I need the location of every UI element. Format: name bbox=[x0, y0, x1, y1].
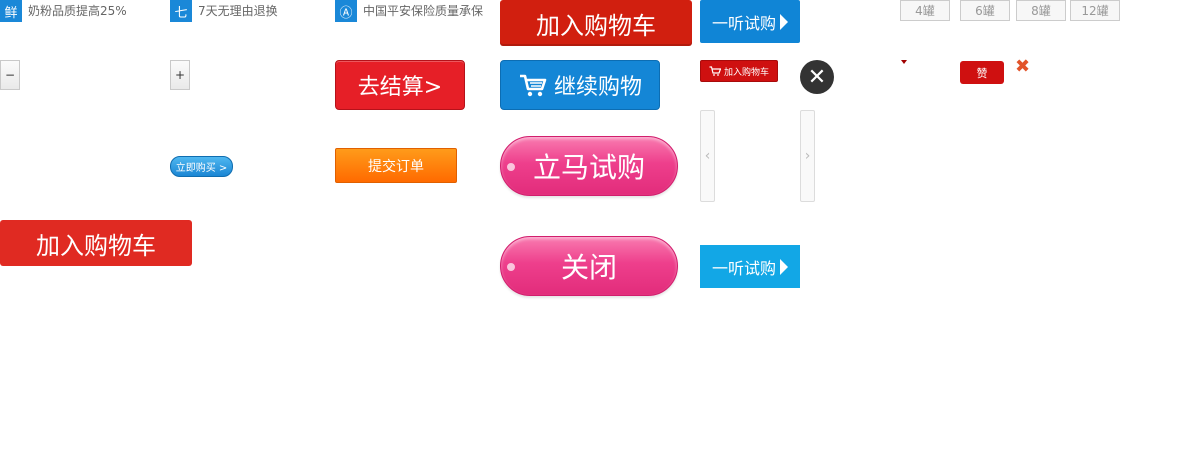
cart-icon bbox=[709, 66, 721, 76]
try-now-button[interactable]: 立马试购 bbox=[500, 136, 678, 196]
button-highlight-dot bbox=[507, 163, 515, 171]
close-button-pink[interactable]: 关闭 bbox=[500, 236, 678, 296]
close-label: 关闭 bbox=[560, 251, 617, 284]
submit-order-button[interactable]: 提交订单 bbox=[335, 148, 457, 183]
continue-shopping-button[interactable]: 继续购物 bbox=[500, 60, 660, 110]
trial-can-label: 一听试购 bbox=[711, 258, 776, 278]
trial-can-button[interactable]: 一听试购 bbox=[700, 0, 800, 43]
cart-icon bbox=[519, 74, 547, 97]
next-arrow-button[interactable]: › bbox=[800, 110, 815, 202]
buy-now-button[interactable]: 立即购买 > bbox=[170, 156, 233, 177]
feature-insurance-text: 中国平安保险质量承保 bbox=[363, 4, 484, 18]
add-to-cart-button-large[interactable]: 加入购物车 bbox=[0, 220, 192, 266]
quantity-plus-button[interactable]: + bbox=[170, 60, 190, 90]
add-to-cart-button[interactable]: 加入购物车 bbox=[500, 0, 692, 46]
insurance-icon: Ⓐ bbox=[335, 0, 357, 22]
close-icon[interactable]: ✕ bbox=[800, 60, 834, 94]
trial-can-label: 一听试购 bbox=[711, 13, 776, 33]
can-option-4[interactable]: 4罐 bbox=[900, 0, 950, 21]
feature-quality-text: 奶粉品质提高25% bbox=[28, 4, 127, 18]
return-icon: 七 bbox=[170, 0, 192, 22]
try-now-label: 立马试购 bbox=[532, 151, 645, 184]
play-arrow-icon bbox=[780, 258, 788, 275]
remove-icon[interactable]: ✖ bbox=[1015, 56, 1030, 77]
like-button[interactable]: 赞 bbox=[960, 61, 1004, 84]
quantity-minus-button[interactable]: − bbox=[0, 60, 20, 90]
continue-shopping-label: 继续购物 bbox=[553, 75, 642, 100]
can-option-12[interactable]: 12罐 bbox=[1070, 0, 1120, 21]
mini-add-to-cart-button[interactable]: 加入购物车 bbox=[700, 60, 778, 82]
play-arrow-icon bbox=[780, 13, 788, 30]
fresh-icon: 鲜 bbox=[0, 0, 22, 22]
checkout-button[interactable]: 去结算> bbox=[335, 60, 465, 110]
mini-add-to-cart-label: 加入购物车 bbox=[723, 67, 769, 78]
trial-can-button-bottom[interactable]: 一听试购 bbox=[700, 245, 800, 288]
feature-return-text: 7天无理由退换 bbox=[198, 4, 278, 18]
dropdown-caret-icon[interactable] bbox=[901, 60, 907, 64]
can-option-6[interactable]: 6罐 bbox=[960, 0, 1010, 21]
prev-arrow-button[interactable]: ‹ bbox=[700, 110, 715, 202]
can-option-8[interactable]: 8罐 bbox=[1016, 0, 1066, 21]
button-highlight-dot bbox=[507, 263, 515, 271]
